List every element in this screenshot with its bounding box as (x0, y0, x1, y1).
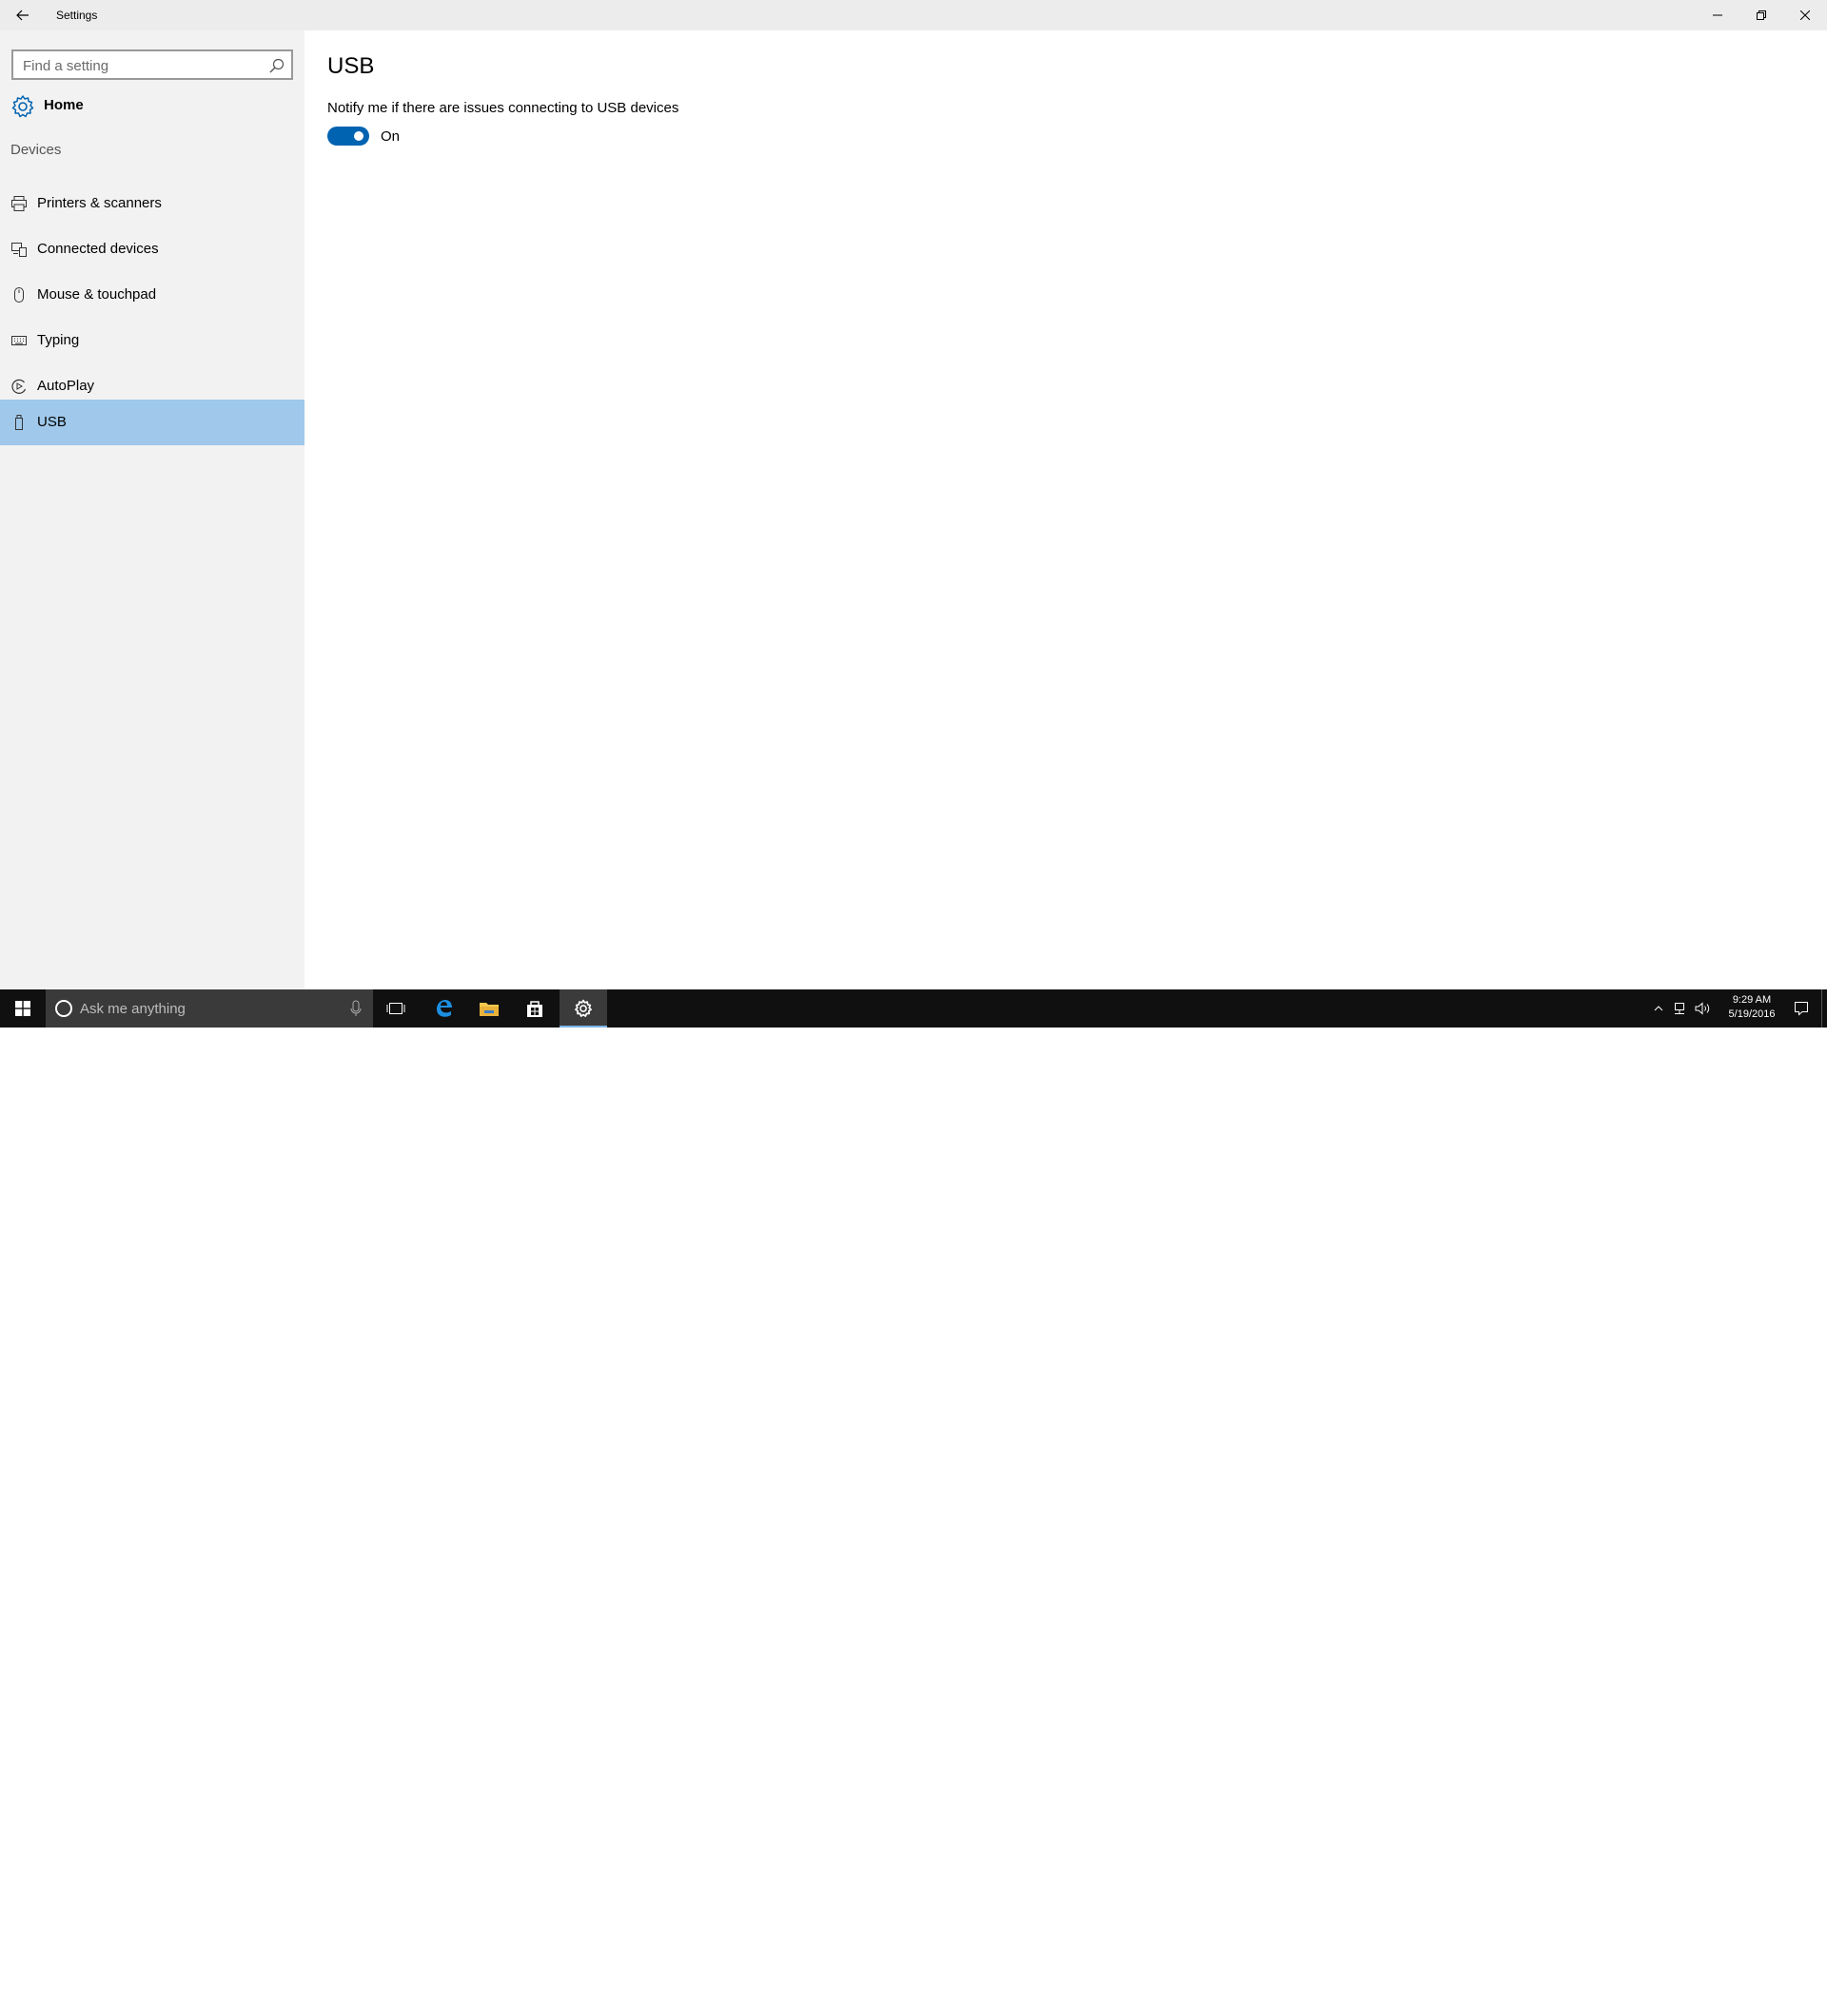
task-view-button[interactable] (373, 989, 419, 1028)
title-bar: Settings (0, 0, 1827, 30)
autoplay-icon (11, 379, 27, 394)
cortana-placeholder: Ask me anything (80, 1001, 186, 1017)
folder-icon (480, 1003, 499, 1016)
cortana-icon (55, 1000, 72, 1017)
gear-icon (11, 95, 34, 118)
edge-button[interactable] (421, 989, 466, 1028)
show-hidden-icons-button[interactable] (1648, 989, 1669, 1028)
clock[interactable]: 9:29 AM 5/19/2016 (1719, 993, 1785, 1022)
sidebar-item-mouse[interactable]: Mouse & touchpad (0, 272, 304, 318)
setting-description: Notify me if there are issues connecting… (327, 100, 679, 116)
task-view-icon (386, 1003, 405, 1014)
restore-icon (1757, 10, 1766, 20)
action-center-button[interactable] (1787, 989, 1816, 1028)
back-button[interactable] (10, 4, 36, 27)
notification-icon (1795, 1002, 1808, 1016)
windows-logo-icon (15, 1001, 30, 1016)
book-logo-icon (1590, 1984, 1634, 2016)
printer-icon (11, 196, 27, 211)
sidebar-item-label: USB (37, 414, 67, 430)
settings-taskbar-button[interactable] (560, 989, 607, 1028)
sidebar-item-usb[interactable]: USB (0, 400, 304, 445)
minimize-icon (1713, 14, 1722, 16)
close-icon (1800, 10, 1810, 20)
usb-notify-toggle[interactable] (327, 127, 369, 146)
usb-icon (15, 415, 23, 430)
sidebar-item-printers[interactable]: Printers & scanners (0, 181, 304, 226)
clock-date: 5/19/2016 (1728, 1008, 1776, 1020)
window-title: Settings (56, 9, 98, 22)
sidebar: Find a setting Home Devices Printers & s… (0, 30, 304, 989)
search-placeholder: Find a setting (23, 58, 109, 74)
settings-window: Settings Find a setting Home Devices Pri… (0, 0, 1827, 989)
network-icon (1675, 1003, 1684, 1014)
sidebar-item-label: Mouse & touchpad (37, 286, 157, 303)
home-label: Home (44, 97, 84, 113)
start-button[interactable] (0, 989, 46, 1028)
cortana-search-box[interactable]: Ask me anything (46, 989, 373, 1028)
sidebar-item-label: AutoPlay (37, 378, 95, 394)
sidebar-item-connected-devices[interactable]: Connected devices (0, 226, 304, 272)
volume-button[interactable] (1692, 989, 1715, 1028)
clock-time: 9:29 AM (1732, 994, 1772, 1006)
toggle-knob (354, 131, 363, 141)
show-desktop-button[interactable] (1821, 989, 1827, 1028)
toggle-state-label: On (381, 128, 401, 145)
sidebar-item-label: Printers & scanners (37, 195, 162, 211)
store-icon (527, 1001, 542, 1017)
minimize-button[interactable] (1696, 0, 1739, 30)
sidebar-item-label: Connected devices (37, 241, 159, 257)
mouse-icon (14, 287, 24, 303)
search-icon[interactable] (268, 57, 285, 74)
keyboard-icon (11, 336, 27, 345)
home-nav-item[interactable]: Home (0, 86, 304, 126)
main-content: USB Notify me if there are issues connec… (304, 30, 1827, 989)
page-title: USB (327, 53, 375, 79)
connected-devices-icon (11, 243, 27, 257)
restore-button[interactable] (1739, 0, 1783, 30)
sidebar-item-typing[interactable]: Typing (0, 318, 304, 363)
sidebar-item-label: Typing (37, 332, 80, 348)
chevron-up-icon (1654, 1006, 1663, 1011)
edge-icon (437, 1000, 452, 1017)
gear-icon (575, 999, 592, 1017)
microphone-icon[interactable] (348, 999, 363, 1018)
search-input[interactable]: Find a setting (11, 49, 293, 80)
watermark-text: The Collection Book (1650, 1984, 1825, 2004)
section-heading: Devices (10, 142, 62, 158)
back-arrow-icon (16, 10, 29, 21)
store-button[interactable] (512, 989, 558, 1028)
file-explorer-button[interactable] (466, 989, 512, 1028)
watermark: The Collection Book (1587, 1980, 1825, 2016)
close-button[interactable] (1783, 0, 1827, 30)
taskbar: Ask me anything The Collection Book 9:29… (0, 989, 1827, 2016)
network-button[interactable] (1669, 989, 1690, 1028)
speaker-icon (1695, 1002, 1710, 1015)
